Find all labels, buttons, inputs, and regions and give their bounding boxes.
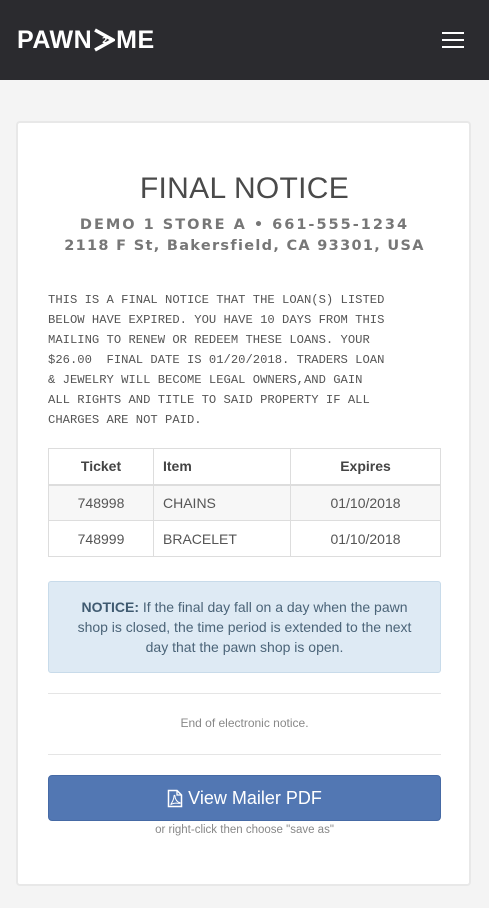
- logo-text-left: PAWN: [17, 26, 93, 54]
- divider: [48, 693, 441, 694]
- column-header-ticket: Ticket: [48, 448, 154, 486]
- table-row: 748998 CHAINS 01/10/2018: [48, 484, 441, 521]
- end-of-notice-text: End of electronic notice.: [180, 716, 309, 730]
- table-header-row: Ticket Item Expires: [48, 448, 441, 486]
- view-mailer-pdf-button[interactable]: View Mailer PDF: [48, 775, 441, 821]
- store-address: 2118 F St, Bakersfield, CA 93301, USA: [64, 238, 425, 254]
- logo-arrow-icon: 2: [94, 28, 116, 52]
- divider: [48, 754, 441, 755]
- expires-cell: 01/10/2018: [290, 484, 441, 521]
- pdf-button-label: View Mailer PDF: [188, 787, 322, 808]
- table-row: 748999 BRACELET 01/10/2018: [48, 520, 441, 557]
- logo-text-right: ME: [116, 26, 155, 54]
- alert-label: NOTICE:: [81, 599, 140, 615]
- hamburger-menu-icon[interactable]: [442, 32, 464, 48]
- ticket-cell: 748999: [48, 520, 154, 557]
- ticket-cell: 748998: [48, 484, 154, 521]
- notice-alert: NOTICE: If the final day fall on a day w…: [48, 581, 441, 673]
- pdf-file-icon: [167, 789, 183, 807]
- tickets-table: Ticket Item Expires 748998 CHAINS 01/10/…: [48, 448, 441, 557]
- notice-body: THIS IS A FINAL NOTICE THAT THE LOAN(S) …: [48, 293, 385, 427]
- item-cell: CHAINS: [153, 484, 291, 521]
- column-header-item: Item: [153, 448, 291, 486]
- column-header-expires: Expires: [290, 448, 441, 486]
- item-cell: BRACELET: [153, 520, 291, 557]
- svg-text:2: 2: [102, 36, 108, 45]
- top-nav-bar: PAWN 2 ME: [0, 0, 489, 80]
- store-info: DEMO 1 STORE A • 661-555-1234: [79, 217, 410, 233]
- logo[interactable]: PAWN 2 ME: [17, 26, 155, 54]
- save-hint: or right-click then choose "save as": [155, 824, 334, 836]
- expires-cell: 01/10/2018: [290, 520, 441, 557]
- page-title: FINAL NOTICE: [139, 172, 350, 205]
